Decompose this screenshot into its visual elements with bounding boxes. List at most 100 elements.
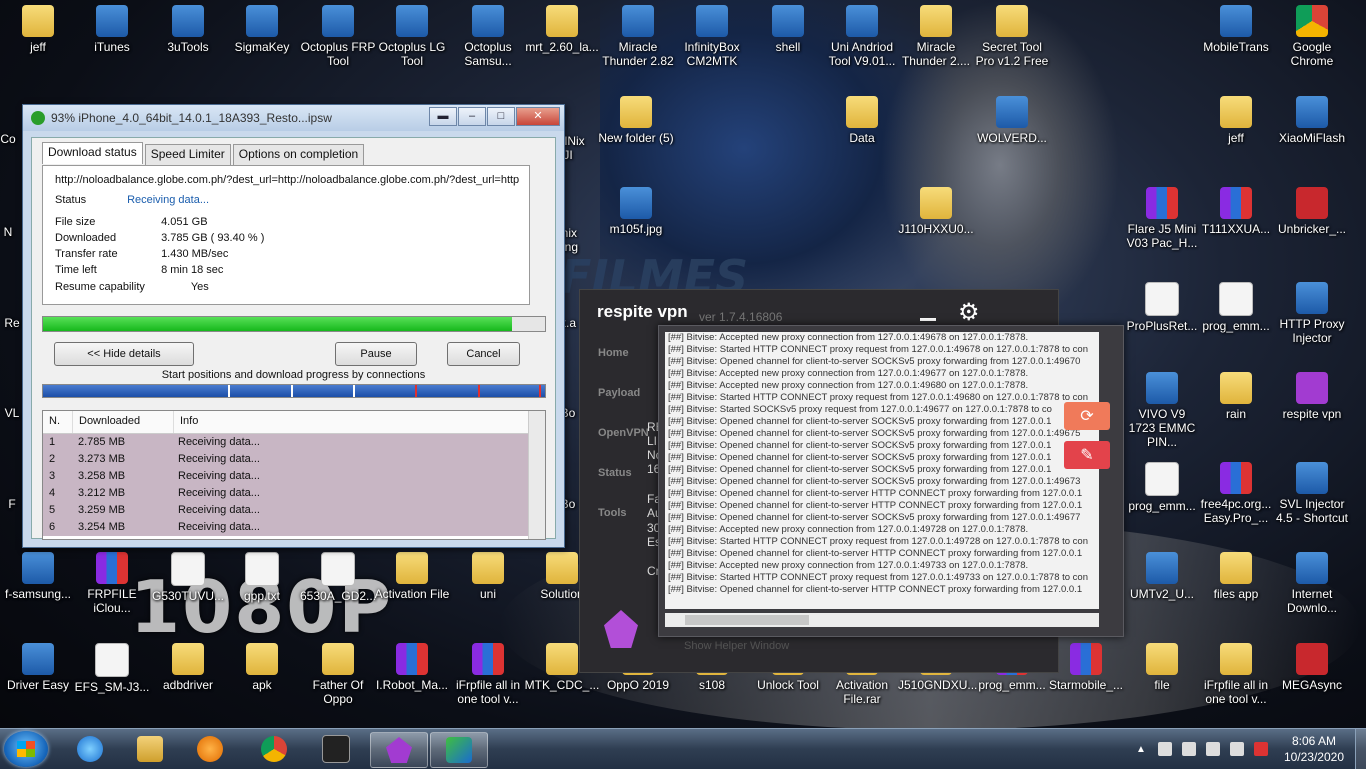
action-center-icon[interactable]: [1181, 742, 1196, 756]
desktop-icon[interactable]: prog_emm...: [1124, 462, 1200, 513]
desktop-icon[interactable]: f-samsung...: [0, 552, 76, 601]
column-header-info[interactable]: Info: [174, 411, 486, 433]
desktop-icon[interactable]: Google Chrome: [1274, 5, 1350, 68]
desktop-icon[interactable]: Octoplus FRP Tool: [300, 5, 376, 68]
desktop-icon[interactable]: Octoplus Samsu...: [450, 5, 526, 68]
taskbar-chrome[interactable]: [246, 732, 302, 766]
volume-icon[interactable]: [1205, 742, 1220, 756]
desktop-icon[interactable]: Miracle Thunder 2.82: [600, 5, 676, 68]
refresh-log-button[interactable]: ⟳: [1064, 402, 1110, 430]
nav-payload[interactable]: Payload: [598, 387, 640, 399]
desktop-icon[interactable]: 6530A_GD2...: [300, 552, 376, 603]
taskbar-file-explorer[interactable]: [122, 732, 178, 766]
desktop-icon[interactable]: jeff: [0, 5, 76, 54]
desktop-icon[interactable]: MEGAsync: [1274, 643, 1350, 692]
tab-options-on-completion[interactable]: Options on completion: [232, 144, 365, 166]
tab-download-status[interactable]: Download status: [42, 142, 143, 164]
desktop-icon[interactable]: MobileTrans: [1198, 5, 1274, 54]
table-row[interactable]: 4 3.212 MB Receiving data...: [43, 485, 545, 502]
desktop-icon[interactable]: iFrpfile all in one tool v...: [1198, 643, 1274, 706]
taskbar-internet-explorer[interactable]: [62, 732, 118, 766]
desktop-icon[interactable]: iTunes: [74, 5, 150, 54]
desktop-icon[interactable]: free4pc.org... Easy.Pro_...: [1198, 462, 1274, 525]
desktop-icon[interactable]: m105f.jpg: [598, 187, 674, 236]
desktop-icon[interactable]: ProPlusRet...: [1124, 282, 1200, 333]
log-horizontal-scrollbar[interactable]: [665, 613, 1099, 627]
desktop-icon[interactable]: SVL Injector 4.5 - Shortcut: [1274, 462, 1350, 525]
desktop-icon[interactable]: Driver Easy: [0, 643, 76, 692]
table-row[interactable]: 3 3.258 MB Receiving data...: [43, 468, 545, 485]
desktop-icon[interactable]: 3uTools: [150, 5, 226, 54]
table-row[interactable]: 6 3.254 MB Receiving data...: [43, 519, 545, 536]
clock[interactable]: 8:06 AM 10/23/2020: [1284, 733, 1344, 765]
desktop-icon[interactable]: UMTv2_U...: [1124, 552, 1200, 601]
taskbar-internet-download-manager[interactable]: [430, 732, 488, 768]
column-header-n[interactable]: N.: [43, 411, 73, 433]
desktop-icon[interactable]: Father Of Oppo: [300, 643, 376, 706]
desktop-icon[interactable]: InfinityBox CM2MTK: [674, 5, 750, 68]
table-row[interactable]: 1 2.785 MB Receiving data...: [43, 434, 545, 451]
log-text-area[interactable]: [##] Bitvise: Accepted new proxy connect…: [665, 332, 1099, 609]
desktop-icon[interactable]: Starmobile_...: [1048, 643, 1124, 692]
desktop-icon[interactable]: Miracle Thunder 2....: [898, 5, 974, 68]
desktop-icon[interactable]: G530TUVU...: [150, 552, 226, 603]
desktop-icon[interactable]: respite vpn: [1274, 372, 1350, 421]
table-row[interactable]: 2 3.273 MB Receiving data...: [43, 451, 545, 468]
desktop-icon[interactable]: Activation File: [374, 552, 450, 601]
desktop-icon[interactable]: VIVO V9 1723 EMMC PIN...: [1124, 372, 1200, 449]
close-button[interactable]: ✕: [516, 107, 560, 126]
desktop-icon[interactable]: I.Robot_Ma...: [374, 643, 450, 692]
desktop-icon[interactable]: iFrpfile all in one tool v...: [450, 643, 526, 706]
desktop-icon[interactable]: Unbricker_...: [1274, 187, 1350, 236]
nav-home[interactable]: Home: [598, 347, 629, 359]
desktop-icon[interactable]: gpp.txt: [224, 552, 300, 603]
scrollbar-thumb[interactable]: [685, 615, 809, 625]
taskbar-respite-vpn[interactable]: [370, 732, 428, 768]
nav-status[interactable]: Status: [598, 467, 632, 479]
table-scrollbar[interactable]: [528, 411, 545, 539]
desktop-icon[interactable]: apk: [224, 643, 300, 692]
desktop-icon[interactable]: XiaoMiFlash: [1274, 96, 1350, 145]
usb-device-icon[interactable]: [1157, 742, 1172, 756]
column-header-downloaded[interactable]: Downloaded: [73, 411, 174, 433]
desktop-icon[interactable]: adbdriver: [150, 643, 226, 692]
desktop-icon[interactable]: FRPFILE iClou...: [74, 552, 150, 615]
tab-speed-limiter[interactable]: Speed Limiter: [144, 144, 231, 166]
desktop-icon[interactable]: WOLVERD...: [974, 96, 1050, 145]
clear-log-button[interactable]: ✎: [1064, 441, 1110, 469]
taskbar-miracle-thunder[interactable]: [308, 732, 364, 766]
desktop-icon[interactable]: EFS_SM-J3...: [74, 643, 150, 694]
settings-gear-icon[interactable]: ⚙: [958, 298, 980, 327]
table-row[interactable]: 5 3.259 MB Receiving data...: [43, 502, 545, 519]
show-desktop-button[interactable]: [1355, 729, 1366, 769]
desktop-icon[interactable]: Octoplus LG Tool: [374, 5, 450, 68]
desktop-icon[interactable]: SigmaKey: [224, 5, 300, 54]
nav-openvpn[interactable]: OpenVPN: [598, 427, 649, 439]
pause-button[interactable]: Pause: [335, 342, 417, 366]
window-titlebar[interactable]: 93% iPhone_4.0_64bit_14.0.1_18A393_Resto…: [23, 105, 564, 131]
start-button[interactable]: [4, 731, 48, 767]
desktop-icon[interactable]: shell: [750, 5, 826, 54]
desktop-icon[interactable]: T111XXUA...: [1198, 187, 1274, 236]
desktop-icon[interactable]: file: [1124, 643, 1200, 692]
cancel-button[interactable]: Cancel: [447, 342, 520, 366]
show-hidden-icons-chevron-icon[interactable]: ▲: [1136, 744, 1146, 755]
desktop-icon[interactable]: Flare J5 Mini V03 Pac_H...: [1124, 187, 1200, 250]
desktop-icon[interactable]: jeff: [1198, 96, 1274, 145]
minimize-button[interactable]: [920, 318, 936, 321]
maximize-button[interactable]: □: [487, 107, 515, 126]
desktop-icon[interactable]: prog_emm...: [1198, 282, 1274, 333]
show-helper-window-checkbox[interactable]: Show Helper Window: [684, 640, 789, 652]
hide-details-button[interactable]: << Hide details: [54, 342, 194, 366]
desktop-icon[interactable]: Secret Tool Pro v1.2 Free: [974, 5, 1050, 68]
desktop-icon[interactable]: Internet Downlo...: [1274, 552, 1350, 615]
signal-icon[interactable]: [1229, 742, 1244, 756]
desktop-icon[interactable]: New folder (5): [598, 96, 674, 145]
nav-tools[interactable]: Tools: [598, 507, 627, 519]
minimize-to-tray-button[interactable]: ▬: [429, 107, 457, 126]
desktop-icon[interactable]: Uni Andriod Tool V9.01...: [824, 5, 900, 68]
desktop-icon[interactable]: uni: [450, 552, 526, 601]
desktop-icon[interactable]: mrt_2.60_la...: [524, 5, 600, 54]
desktop-icon[interactable]: J110HXXU0...: [898, 187, 974, 236]
minimize-button[interactable]: –: [458, 107, 486, 126]
